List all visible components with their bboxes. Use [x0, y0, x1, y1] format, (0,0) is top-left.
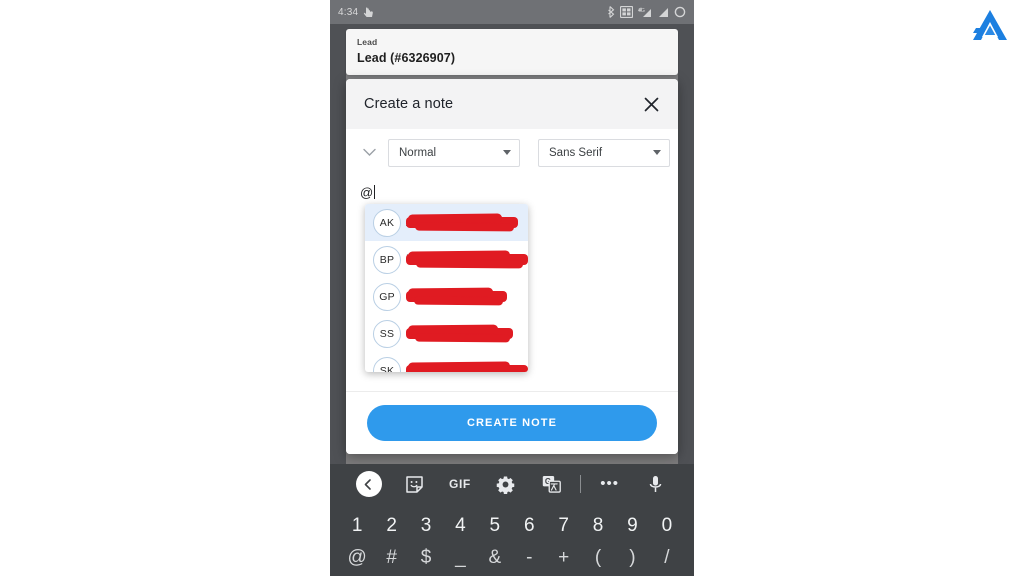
mention-item[interactable]: BPBhavesh Piwant	[365, 241, 528, 278]
key-2[interactable]: 2	[374, 515, 408, 537]
note-editor-text: @	[360, 184, 376, 202]
mention-name-wrap: Bhavesh Piwant	[406, 247, 528, 273]
mention-name-wrap: Anjana Kliwant	[406, 210, 528, 236]
text-size-value: Normal	[399, 146, 437, 159]
sticker-button[interactable]	[392, 468, 438, 500]
translate-button[interactable]: G	[528, 468, 574, 500]
toolbar-expand-button[interactable]	[358, 148, 380, 157]
lead-card-title: Lead (#6326907)	[357, 51, 456, 65]
key-0[interactable]: 0	[650, 515, 684, 537]
status-left-icons	[363, 6, 375, 19]
key-symbol-5[interactable]: -	[512, 548, 546, 567]
caret-down-icon	[503, 150, 511, 155]
key-3[interactable]: 3	[409, 515, 443, 537]
mention-name-wrap: Geeta Pingal	[406, 284, 528, 310]
avatar: GP	[373, 282, 401, 311]
sticker-icon	[406, 475, 423, 493]
bluetooth-icon	[608, 6, 615, 18]
note-editor-value: @	[360, 185, 374, 200]
back-chevron-circle	[355, 471, 382, 497]
avatar: SK	[373, 356, 401, 372]
key-6[interactable]: 6	[512, 515, 546, 537]
touch-pointer-icon	[364, 6, 374, 17]
font-family-select[interactable]: Sans Serif	[538, 138, 670, 167]
toolbar-overflow-clip	[672, 129, 678, 176]
dialog-title: Create a note	[364, 96, 454, 112]
back-chevron-icon	[364, 478, 372, 490]
redaction-marker	[406, 327, 514, 339]
redaction-marker	[406, 364, 528, 372]
microphone-icon	[649, 475, 661, 492]
key-9[interactable]: 9	[615, 515, 649, 537]
signal-4g-icon: 4G	[638, 7, 651, 17]
close-icon	[644, 97, 658, 111]
brand-logo	[968, 6, 1012, 46]
font-family-value: Sans Serif	[549, 146, 603, 159]
redaction-marker	[406, 290, 508, 302]
dialog-header: Create a note	[346, 79, 678, 129]
key-1[interactable]: 1	[340, 515, 374, 537]
create-note-dialog: Create a note Normal Sans Serif @ AK BP …	[346, 79, 678, 454]
note-editor[interactable]: @ AKAnjana KliwantBPBhavesh PiwantGPGeet…	[346, 176, 678, 391]
mention-item[interactable]: SSShreya Sagar	[365, 315, 528, 352]
translate-icon: G	[542, 475, 561, 493]
mention-name-wrap: Shreya Sagar	[406, 321, 528, 347]
key-symbol-6[interactable]: +	[546, 548, 580, 567]
status-right-icons: 4G	[607, 6, 686, 18]
status-bar: 4:34 4G	[330, 0, 694, 24]
phone-screen: 4:34 4G Lead Lead (#6326907) Create a no…	[330, 0, 694, 576]
key-8[interactable]: 8	[581, 515, 615, 537]
text-size-select[interactable]: Normal	[388, 138, 520, 167]
lead-card-kicker: Lead	[357, 37, 378, 47]
keyboard-back-button[interactable]	[346, 468, 392, 500]
editor-toolbar[interactable]: Normal Sans Serif	[346, 129, 678, 176]
gif-label: GIF	[449, 477, 471, 491]
key-symbol-1[interactable]: #	[374, 548, 408, 567]
keyboard-number-row: 1234567890	[330, 504, 694, 548]
chevron-down-icon	[362, 148, 376, 156]
keyboard-symbol-row: @ # $ _ & - +() /	[330, 548, 694, 576]
avatar: BP	[373, 245, 401, 274]
toolbar-divider	[579, 475, 581, 493]
mention-item[interactable]: GPGeeta Pingal	[365, 278, 528, 315]
key-symbol-2[interactable]: $	[409, 548, 443, 567]
key-symbol-4[interactable]: &	[478, 548, 512, 567]
lead-card[interactable]: Lead Lead (#6326907)	[346, 29, 678, 75]
keyboard-toolbar: GIF G •••	[330, 464, 694, 504]
key-4[interactable]: 4	[443, 515, 477, 537]
more-options-button[interactable]: •••	[587, 468, 633, 500]
dialog-footer: CREATE NOTE	[346, 391, 678, 454]
create-note-button[interactable]: CREATE NOTE	[367, 405, 657, 441]
key-5[interactable]: 5	[478, 515, 512, 537]
key-symbol-8[interactable]: )	[615, 548, 649, 567]
avatar: AK	[373, 208, 401, 237]
redaction-marker	[406, 216, 519, 228]
keyboard-settings-button[interactable]	[483, 468, 529, 500]
caret-down-icon	[653, 150, 661, 155]
mention-item[interactable]: SK Siddharth Kliwant	[365, 352, 528, 372]
status-time: 4:34	[338, 6, 359, 18]
key-symbol-9[interactable]: /	[650, 548, 684, 567]
voice-input-button[interactable]	[632, 468, 678, 500]
mention-item[interactable]: AKAnjana Kliwant	[365, 204, 528, 241]
sim-card-icon	[620, 6, 633, 18]
more-options-icon: •••	[600, 475, 620, 492]
key-7[interactable]: 7	[546, 515, 580, 537]
key-symbol-7[interactable]: (	[581, 548, 615, 567]
battery-circle-icon	[674, 6, 686, 18]
signal-bars-icon	[659, 8, 668, 17]
key-symbol-3[interactable]: _	[443, 548, 477, 567]
mention-name-wrap: Siddharth Kliwant	[406, 358, 528, 372]
mention-dropdown[interactable]: AKAnjana KliwantBPBhavesh PiwantGPGeeta …	[365, 204, 528, 372]
virtual-keyboard: GIF G ••• 1 2 3 4 5 6 7 8 9 0 @ # $ _ & …	[330, 464, 694, 576]
avatar: SS	[373, 319, 401, 348]
gear-icon	[496, 476, 515, 494]
key-symbol-0[interactable]: @	[340, 548, 374, 567]
text-caret	[374, 185, 376, 199]
close-button[interactable]	[640, 93, 662, 115]
redaction-marker	[406, 253, 528, 265]
gif-button[interactable]: GIF	[437, 468, 483, 500]
